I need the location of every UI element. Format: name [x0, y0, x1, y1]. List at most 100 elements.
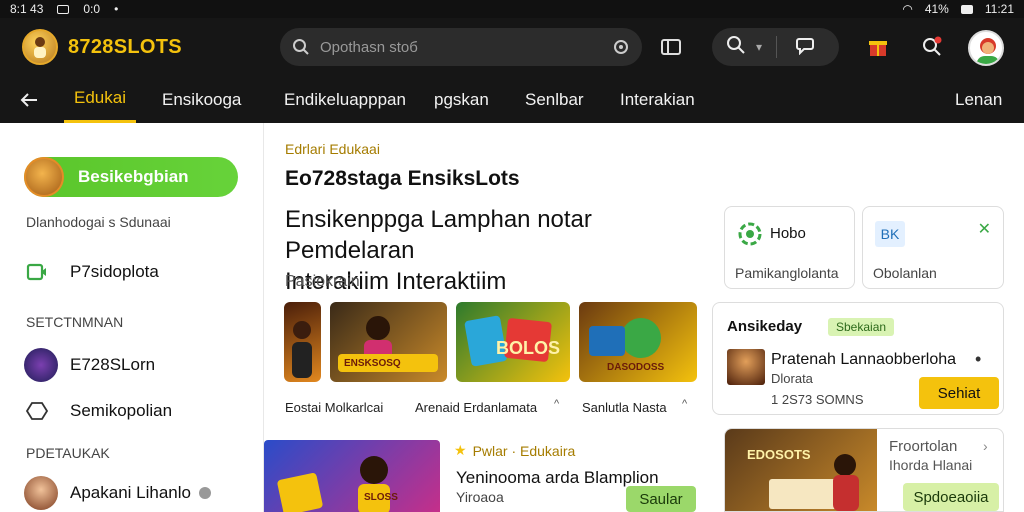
hexagon-icon	[24, 398, 50, 424]
thumbnail-label-3: Sanlutla Nasta	[582, 400, 667, 415]
search-icon	[293, 39, 309, 55]
mini-card-bk[interactable]: BK ✕ Obolanlan	[862, 206, 1004, 289]
event-meta: 1 2S73 SOMNS	[771, 392, 864, 407]
notification-search-icon[interactable]	[920, 35, 944, 59]
event-title: Ansikeday	[727, 318, 803, 335]
sidebar-section-label-3: PDETAUKAK	[26, 445, 110, 461]
status-net: 0:0	[83, 2, 101, 16]
sidebar-item-primary[interactable]: P7sidoplota	[24, 259, 159, 285]
profile-avatar-icon	[24, 476, 58, 510]
status-time: 11:21	[984, 2, 1014, 16]
dropdown-icon[interactable]: ▾	[756, 40, 762, 54]
chat-icon[interactable]	[795, 35, 815, 60]
tab-endikeluapppan[interactable]: Endikeluapppan	[284, 76, 406, 123]
event-button[interactable]: Sehiat	[919, 377, 999, 409]
thumbnail-caption: DASODOSS	[607, 362, 665, 373]
back-arrow-icon[interactable]	[20, 76, 38, 123]
event-name: Pratenah Lannaobberloha	[771, 351, 957, 368]
sidebar-item-profile[interactable]: Apakani Lihanlo	[24, 476, 211, 510]
divider	[776, 36, 778, 58]
more-dot-icon: •	[114, 2, 119, 16]
badge-dot-icon	[198, 487, 211, 499]
brand-logo[interactable]: 8728SLOTS	[22, 29, 272, 65]
video-icon	[24, 259, 50, 285]
search-bar[interactable]: Opothasn stоб	[280, 28, 642, 66]
sidebar-item-label: Apakani Lihanlo	[70, 483, 191, 502]
thumbnail-label-1: Eostai Molkarlcai	[285, 400, 384, 415]
caret-up-icon[interactable]: ^	[554, 398, 559, 410]
battery-icon	[960, 4, 973, 14]
game-thumbnail-2[interactable]: ENSKSOSQ	[330, 302, 447, 382]
search-input[interactable]: Opothasn stоб	[320, 39, 612, 56]
promo-tag-label: Pwlar · Edukaira	[472, 442, 576, 459]
event-card-2[interactable]: EDOSOTS Froortolan › Ihorda Hlanai Spdoe…	[724, 428, 1004, 512]
tab-pgskan[interactable]: pgskan	[434, 76, 489, 123]
event2-line-1: Froortolan	[889, 438, 958, 455]
event2-button[interactable]: Spdoeaoiia	[903, 483, 999, 511]
promo-button[interactable]: Saular	[626, 486, 696, 512]
brand-name: 8728SLOTS	[68, 35, 182, 58]
screen-icon	[57, 4, 70, 14]
event-tag: Sbekaian	[828, 318, 895, 336]
sidebar-item-label: E728SLorn	[70, 355, 156, 374]
thumbnail-caption: ENSKSOSQ	[344, 358, 401, 369]
promo-thumbnail: SLOSS	[264, 440, 440, 512]
battery-percent: 41%	[924, 2, 949, 16]
star-icon: ★	[454, 442, 467, 458]
event-thumbnail	[727, 349, 765, 385]
sidebar-cta-label: Besikebgbian	[78, 167, 189, 186]
slots-avatar-icon	[24, 348, 58, 382]
mini-card-subtitle: Pamikanglolanta	[735, 265, 839, 281]
settings-icon[interactable]	[612, 38, 630, 56]
sidebar-item-slots[interactable]: E728SLorn	[24, 348, 155, 382]
category-nav: Edukai Ensikooga Endikeluapppan pgskan S…	[0, 76, 1024, 123]
top-bar: 8728SLOTS Opothasn stоб ▾	[0, 18, 1024, 76]
quick-actions: ▾	[712, 28, 839, 66]
sidebar-section-label: Dlanhodogai s Sdunaai	[26, 214, 171, 230]
tab-senlbar[interactable]: Senlbar	[525, 76, 584, 123]
close-icon[interactable]: ✕	[978, 219, 991, 239]
more-options-icon[interactable]: •	[975, 349, 981, 370]
sidebar: Besikebgbian Dlanhodogai s Sdunaai P7sid…	[0, 123, 264, 512]
cta-avatar	[24, 157, 64, 197]
user-avatar[interactable]	[968, 30, 1004, 66]
thumbnail-caption: BOLOS	[496, 338, 561, 358]
gift-icon[interactable]	[866, 35, 890, 59]
page-subtitle: Eo728staga EnsiksLots	[285, 167, 520, 190]
tab-interakian[interactable]: Interakian	[620, 76, 695, 123]
promo-card[interactable]: SLOSS ★ Pwlar · Edukaira Yeninooma arda …	[264, 440, 704, 512]
thumbnail-label-2: Arenaid Erdanlamata	[415, 400, 538, 415]
puzzle-icon	[737, 221, 763, 252]
status-left-text: 8:1 43	[10, 2, 44, 16]
window-icon[interactable]	[660, 36, 682, 58]
sidebar-item-label: P7sidoplota	[70, 262, 159, 281]
event2-line-2: Ihorda Hlanai	[889, 457, 973, 473]
sidebar-item-semi[interactable]: Semikopolian	[24, 398, 172, 424]
breadcrumb[interactable]: Edrlari Edukaai	[285, 141, 380, 157]
bk-badge: BK	[875, 221, 905, 247]
wifi-icon: ◠	[902, 2, 913, 16]
zoom-search-icon[interactable]	[726, 35, 746, 60]
event-subtitle: Dlorata	[771, 371, 813, 386]
caret-up-icon-2[interactable]: ^	[682, 398, 687, 410]
mini-card-hobo[interactable]: Hobo Pamikanglolanta	[724, 206, 855, 289]
mini-card-title: Hobo	[770, 225, 806, 242]
game-thumbnail-1[interactable]	[284, 302, 321, 382]
promo-tag: ★ Pwlar · Edukaira	[454, 442, 575, 459]
sidebar-section-label-2: SETCTNMNAN	[26, 314, 124, 330]
promo-thumbnail-caption: SLOSS	[364, 492, 398, 503]
game-thumbnail-3[interactable]: BOLOS	[456, 302, 570, 382]
chevron-right-icon[interactable]: ›	[983, 438, 988, 454]
promo-subtitle: Yiroaoa	[456, 489, 504, 505]
status-bar: 8:1 43 0:0 • ◠ 41% 11:21	[0, 0, 1024, 18]
headline-line-1: Ensikenppga Lamphan notar Pemdelaran	[285, 206, 592, 264]
game-thumbnail-4[interactable]: DASODOSS	[579, 302, 697, 382]
event-card[interactable]: Ansikeday Sbekaian Pratenah Lannaobberlo…	[712, 302, 1004, 415]
nav-right-link[interactable]: Lenan	[955, 76, 1002, 123]
tab-ensikooga[interactable]: Ensikooga	[162, 76, 241, 123]
sidebar-cta-button[interactable]: Besikebgbian	[24, 157, 238, 197]
mascot-icon	[22, 29, 58, 65]
tab-edukai[interactable]: Edukai	[64, 76, 136, 123]
section-caption: Pasiokrain	[285, 273, 360, 290]
event2-thumbnail: EDOSOTS	[725, 429, 877, 511]
